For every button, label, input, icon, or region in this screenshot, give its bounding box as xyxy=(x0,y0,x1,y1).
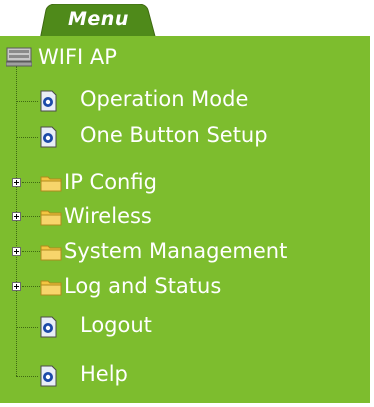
menu-tab-label: Menu xyxy=(68,8,129,30)
tree-branch-line xyxy=(16,101,38,102)
menu-item-label: System Management xyxy=(64,239,288,263)
menu-item-operation-mode[interactable]: Operation Mode xyxy=(38,87,328,116)
menu-item-label: One Button Setup xyxy=(80,123,268,147)
menu-item-label: Operation Mode xyxy=(80,87,249,111)
tree-branch-line xyxy=(16,376,38,377)
monitor-icon xyxy=(6,47,32,67)
tree-root-label: WIFI AP xyxy=(38,45,117,69)
menu-item-help[interactable]: Help xyxy=(38,362,238,391)
menu-item-wireless[interactable]: Wireless xyxy=(0,204,250,230)
folder-icon xyxy=(40,280,62,296)
document-icon xyxy=(40,316,57,338)
folder-icon xyxy=(40,210,62,226)
folder-icon xyxy=(40,176,62,192)
expand-plus-icon[interactable] xyxy=(12,247,21,256)
document-icon xyxy=(40,126,57,148)
menu-tab: Menu xyxy=(38,3,158,41)
document-icon xyxy=(40,90,57,112)
tree-branch-line xyxy=(16,137,38,138)
folder-icon xyxy=(40,245,62,261)
menu-item-logout[interactable]: Logout xyxy=(38,313,238,342)
menu-item-label: Log and Status xyxy=(64,274,222,298)
menu-item-ip-config[interactable]: IP Config xyxy=(0,170,250,196)
menu-item-log-and-status[interactable]: Log and Status xyxy=(0,274,300,300)
expand-plus-icon[interactable] xyxy=(12,178,21,187)
tree-branch-line xyxy=(16,327,38,328)
tree-root-wifi-ap[interactable]: WIFI AP xyxy=(6,45,117,69)
menu-item-label: IP Config xyxy=(64,170,157,194)
menu-item-label: Logout xyxy=(80,313,152,337)
expand-plus-icon[interactable] xyxy=(12,282,21,291)
menu-item-system-management[interactable]: System Management xyxy=(0,239,360,265)
menu-item-one-button-setup[interactable]: One Button Setup xyxy=(38,123,338,152)
expand-plus-icon[interactable] xyxy=(12,212,21,221)
document-icon xyxy=(40,365,57,387)
menu-item-label: Wireless xyxy=(64,204,152,228)
menu-item-label: Help xyxy=(80,362,128,386)
